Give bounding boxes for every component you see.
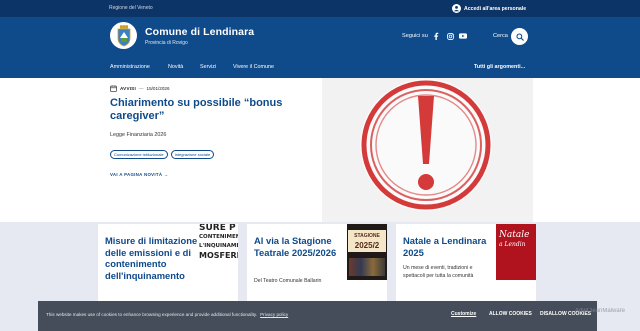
view-news-link[interactable]: VAI A PAGINA NOVITÀ →	[110, 172, 169, 177]
news-card[interactable]: Misure di limitazione delle emissioni e …	[98, 224, 238, 304]
page: Regione del Veneto Accedi all'area perso…	[0, 0, 640, 331]
nav-item-amministrazione[interactable]: Amministrazione	[110, 64, 150, 70]
follow-label: Seguici su	[402, 33, 428, 39]
hero-title[interactable]: Chiarimento su possibile “bonus caregive…	[110, 97, 310, 123]
search-button[interactable]	[511, 28, 528, 45]
main-nav: Amministrazione Novità Servizi Vivere il…	[0, 61, 640, 78]
hero-category[interactable]: AVVISI	[120, 86, 136, 91]
card-description: Un mese di eventi, tradizioni e spettaco…	[403, 265, 474, 279]
nav-item-servizi[interactable]: Servizi	[200, 64, 216, 70]
card-title[interactable]: Al via la Stagione Teatrale 2025/2026	[254, 235, 350, 258]
customize-button[interactable]: Customize	[451, 311, 476, 317]
search-label: Cerca	[493, 33, 508, 39]
user-icon	[452, 4, 461, 13]
cookie-text: This website makes use of cookies to enh…	[46, 312, 288, 317]
all-topics-link[interactable]: Tutti gli argomenti...	[474, 64, 525, 70]
card-title[interactable]: Misure di limitazione delle emissioni e …	[105, 235, 200, 281]
login-label: Accedi all'area personale	[464, 5, 527, 12]
view-news-label: VAI A PAGINA NOVITÀ	[110, 172, 163, 177]
youtube-icon[interactable]	[459, 32, 467, 40]
arrow-right-icon: →	[163, 172, 169, 177]
nav-item-vivere-il-comune[interactable]: Vivere il Comune	[233, 64, 274, 70]
tag-chip[interactable]: Comunicazione istituzionale	[110, 150, 168, 159]
site-subtitle: Provincia di Rovigo	[145, 40, 188, 46]
thumb-text: STAGIONE	[354, 233, 380, 239]
top-bar: Regione del Veneto Accedi all'area perso…	[0, 0, 640, 17]
instagram-icon[interactable]	[446, 32, 454, 40]
thumb-text: CONTENIMEN	[199, 234, 238, 240]
thumb-text: a Lendin	[499, 241, 526, 248]
thumb-text: L'INQUINAMEN	[199, 243, 238, 249]
hero-image-alert	[322, 78, 533, 222]
meta-separator: —	[138, 86, 144, 91]
site-title[interactable]: Comune di Lendinara	[145, 26, 254, 38]
hero-meta: AVVISI — 15/01/2026	[110, 85, 170, 92]
card-title[interactable]: Natale a Lendinara 2025	[403, 235, 499, 258]
region-link[interactable]: Regione del Veneto	[109, 5, 153, 11]
card-thumbnail: STAGIONE 2025/2	[347, 224, 387, 280]
municipality-logo[interactable]	[110, 22, 137, 49]
thumb-text: 2025/2	[354, 241, 380, 250]
card-thumbnail: SURE P CONTENIMEN L'INQUINAMEN MOSFERI	[198, 224, 238, 280]
news-card[interactable]: Al via la Stagione Teatrale 2025/2026 De…	[247, 224, 387, 304]
thumb-text: Natale	[499, 230, 530, 240]
hero-date: 15/01/2026	[146, 86, 170, 91]
calendar-icon	[110, 85, 117, 92]
nav-item-novita[interactable]: Novità	[168, 64, 183, 70]
card-description: Del Teatro Comunale Ballarin	[254, 278, 322, 284]
privacy-policy-link[interactable]: Privacy policy	[260, 312, 288, 317]
tag-chip[interactable]: Integrazione sociale	[170, 150, 215, 159]
thumb-text: SURE P	[199, 224, 236, 233]
card-thumbnail: Natale a Lendin	[496, 224, 536, 280]
cookie-banner: This website makes use of cookies to enh…	[38, 301, 597, 331]
cookie-message: This website makes use of cookies to enh…	[46, 312, 258, 317]
coat-of-arms-icon	[117, 24, 130, 46]
facebook-icon[interactable]	[432, 32, 440, 40]
news-card[interactable]: Natale a Lendinara 2025 Un mese di event…	[396, 224, 536, 304]
header: Comune di Lendinara Provincia di Rovigo …	[0, 17, 640, 78]
thumb-text: MOSFERI	[199, 251, 238, 260]
watermark: AdwCleanMalware	[575, 308, 626, 314]
login-button[interactable]: Accedi all'area personale	[452, 3, 526, 14]
allow-cookies-button[interactable]: ALLOW COOKIES	[489, 311, 532, 317]
hero-description: Legge Finanziaria 2026	[110, 132, 167, 138]
search-icon	[515, 32, 524, 41]
hero-card: AVVISI — 15/01/2026 Chiarimento su possi…	[100, 78, 322, 222]
exclamation-alert-icon	[322, 78, 533, 222]
hero-tags: Comunicazione istituzionale Integrazione…	[110, 150, 215, 159]
